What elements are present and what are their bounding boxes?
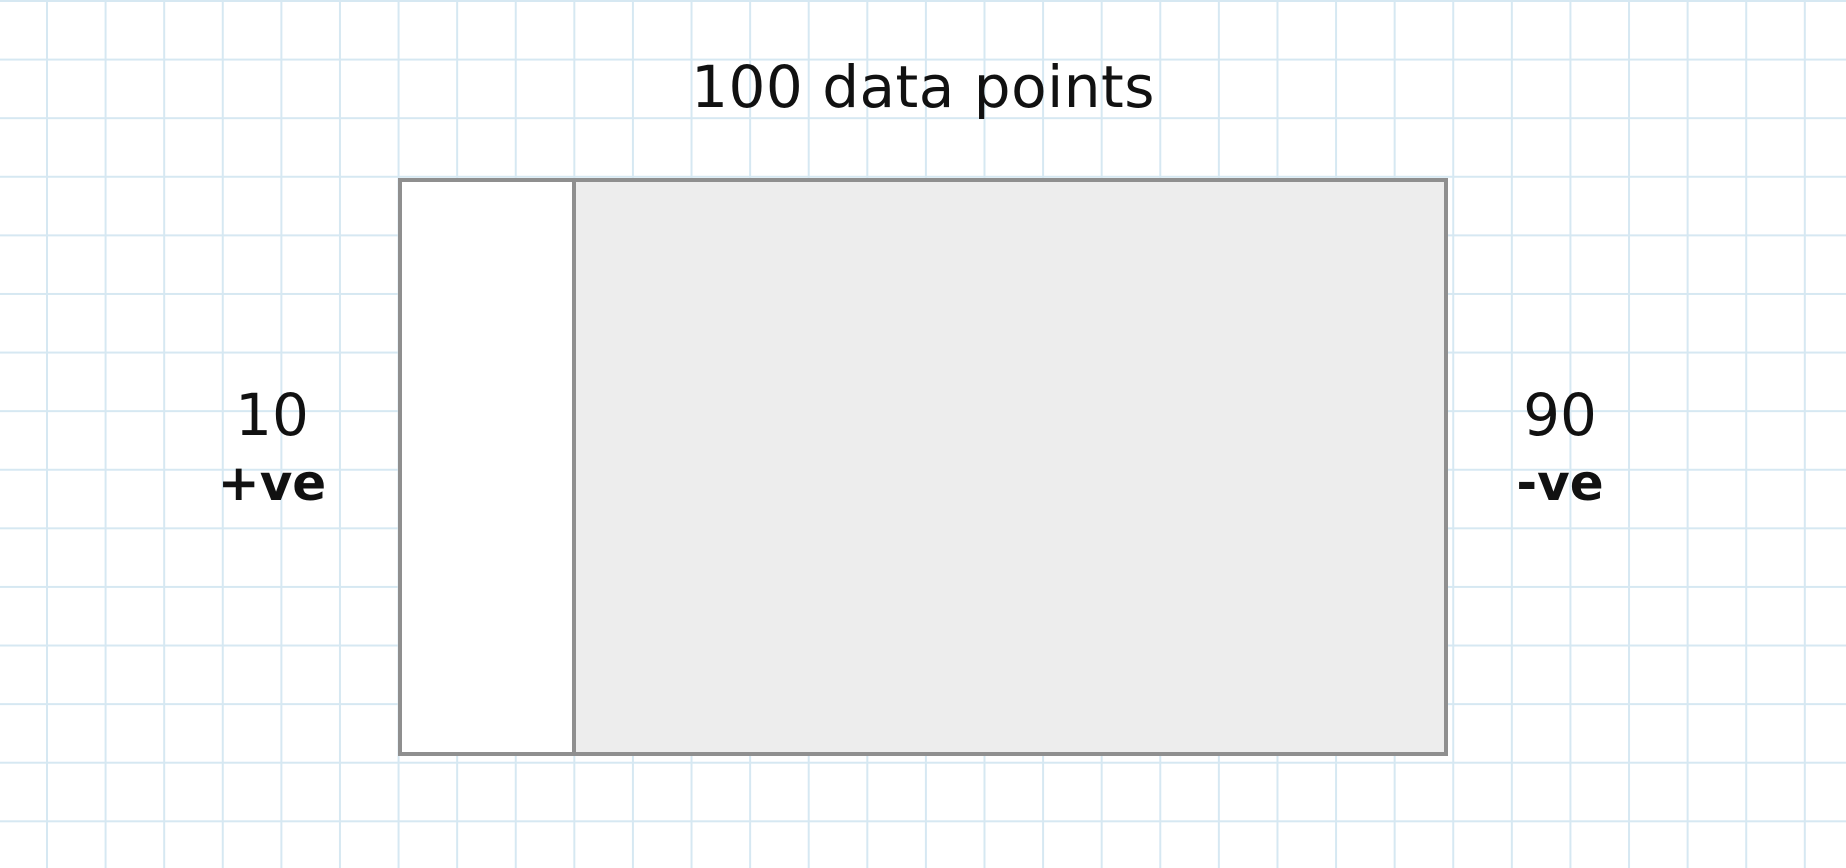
negative-label-group: 90 -ve: [1460, 380, 1660, 512]
positive-segment: [402, 182, 576, 752]
negative-segment: [576, 182, 1444, 752]
negative-label: -ve: [1516, 454, 1604, 512]
positive-label: +ve: [217, 454, 327, 512]
negative-count: 90: [1523, 381, 1597, 449]
diagram-title: 100 data points: [691, 53, 1155, 121]
data-split-box: [398, 178, 1448, 756]
positive-label-group: 10 +ve: [172, 380, 372, 512]
positive-count: 10: [235, 381, 309, 449]
